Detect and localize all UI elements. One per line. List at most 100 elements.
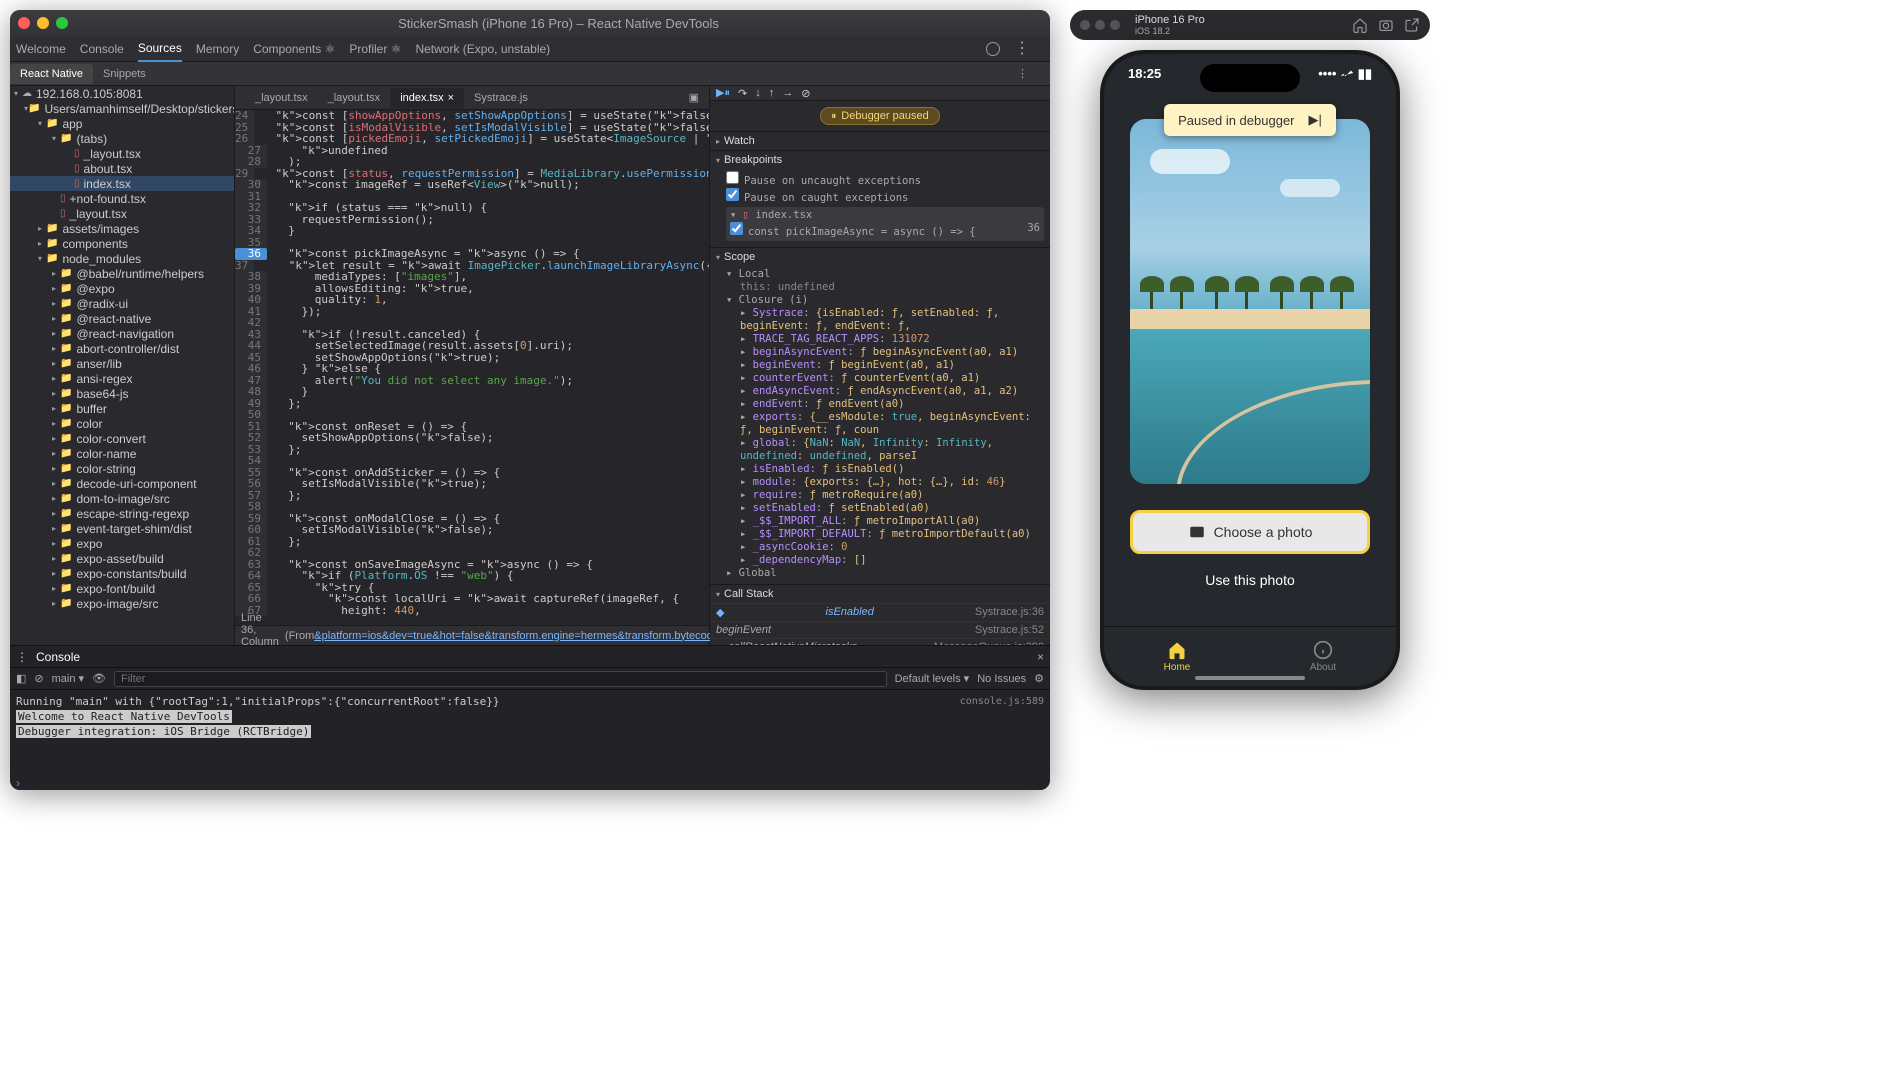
tab-network[interactable]: Network (Expo, unstable) (415, 42, 550, 56)
scope-prop[interactable]: ▸ beginAsyncEvent: ƒ beginAsyncEvent(a0,… (740, 346, 1044, 359)
file-navigator[interactable]: ▾☁192.168.0.105:8081 ▾📁Users/amanhimself… (10, 86, 235, 645)
nav-origin[interactable]: ▾☁192.168.0.105:8081 (10, 86, 234, 101)
breakpoint-item[interactable]: ▾ ▯ index.tsx const pickImageAsync = asy… (726, 207, 1044, 241)
console-prompt[interactable]: › (10, 776, 1050, 790)
step-out-icon[interactable]: ↑ (769, 87, 775, 99)
nav-folder[interactable]: ▸📁anser/lib (10, 356, 234, 371)
console-log[interactable]: Running "main" with {"rootTag":1,"initia… (10, 690, 1050, 776)
clear-console-icon[interactable]: ⊘ (34, 672, 43, 685)
scope-prop[interactable]: ▸ setEnabled: ƒ setEnabled(a0) (740, 502, 1044, 515)
more-icon[interactable]: ⋮ (1014, 41, 1030, 57)
close-window-icon[interactable] (18, 17, 30, 29)
nav-folder[interactable]: ▸📁abort-controller/dist (10, 341, 234, 356)
callstack-frame[interactable]: ◆ isEnabledSystrace.js:36 (710, 603, 1050, 621)
tab-console[interactable]: Console (80, 42, 124, 56)
nav-app[interactable]: ▾📁app (10, 116, 234, 131)
maximize-window-icon[interactable] (56, 17, 68, 29)
resume-icon[interactable]: ▶| (1309, 112, 1322, 128)
scope-prop[interactable]: ▸ TRACE_TAG_REACT_APPS: 131072 (740, 333, 1044, 346)
nav-folder[interactable]: ▸📁color-convert (10, 431, 234, 446)
tab-profiler[interactable]: Profiler ⚛ (349, 42, 401, 56)
nav-node-modules[interactable]: ▾📁node_modules (10, 251, 234, 266)
nav-folder[interactable]: ▸📁@babel/runtime/helpers (10, 266, 234, 281)
sim-traffic-lights[interactable] (1080, 20, 1120, 30)
nav-folder[interactable]: ▸📁expo-image/src (10, 596, 234, 611)
callstack-frame[interactable]: __callReactNativeMicrotasksMessageQueue.… (710, 638, 1050, 645)
nav-file-active[interactable]: ▯index.tsx (10, 176, 234, 191)
side-button[interactable] (1399, 184, 1400, 214)
console-message[interactable]: Welcome to React Native DevTools (16, 709, 1044, 724)
context-select[interactable]: main ▾ (52, 672, 84, 685)
nav-folder[interactable]: ▸📁expo (10, 536, 234, 551)
nav-folder[interactable]: ▸📁expo-asset/build (10, 551, 234, 566)
nav-folder[interactable]: ▸📁escape-string-regexp (10, 506, 234, 521)
console-message[interactable]: Running "main" with {"rootTag":1,"initia… (16, 694, 1044, 709)
editor-tab[interactable]: Systrace.js (464, 88, 538, 108)
drawer-menu-icon[interactable]: ⋮ (16, 650, 28, 664)
tab-components[interactable]: Components ⚛ (253, 42, 335, 56)
console-tab[interactable]: Console (36, 650, 80, 664)
nav-root[interactable]: ▾📁Users/amanhimself/Desktop/stickersmash (10, 101, 234, 116)
editor-tab-active[interactable]: index.tsx× (390, 88, 464, 108)
use-photo-button[interactable]: Use this photo (1205, 572, 1295, 588)
code-area[interactable]: 24 "k">const [showAppOptions, setShowApp… (235, 110, 709, 625)
external-icon[interactable] (1404, 17, 1420, 33)
subtab-react-native[interactable]: React Native (10, 64, 93, 84)
console-sidebar-icon[interactable]: ◧ (16, 672, 26, 685)
step-icon[interactable]: → (782, 87, 793, 99)
minimize-window-icon[interactable] (37, 17, 49, 29)
nav-folder[interactable]: ▸📁decode-uri-component (10, 476, 234, 491)
volume-down-button[interactable] (1399, 294, 1400, 349)
nav-folder[interactable]: ▸📁assets/images (10, 221, 234, 236)
toggle-navigator-icon[interactable]: ▣ (679, 87, 709, 108)
choose-photo-button[interactable]: Choose a photo (1130, 510, 1370, 554)
home-indicator[interactable] (1195, 676, 1305, 680)
nav-file[interactable]: ▯+not-found.tsx (10, 191, 234, 206)
scope-prop[interactable]: ▸ _dependencyMap: [] (740, 554, 1044, 567)
scope-prop[interactable]: ▸ global: {NaN: NaN, Infinity: Infinity,… (740, 437, 1044, 463)
scope-prop[interactable]: ▸ counterEvent: ƒ counterEvent(a0, a1) (740, 372, 1044, 385)
step-into-icon[interactable]: ↓ (755, 87, 761, 99)
nav-folder[interactable]: ▸📁@radix-ui (10, 296, 234, 311)
scope-prop[interactable]: ▸ require: ƒ metroRequire(a0) (740, 489, 1044, 502)
nav-folder[interactable]: ▸📁@react-navigation (10, 326, 234, 341)
step-over-icon[interactable]: ↷ (738, 87, 747, 100)
nav-folder[interactable]: ▸📁color-string (10, 461, 234, 476)
scope-prop[interactable]: ▸ _$$_IMPORT_ALL: ƒ metroImportAll(a0) (740, 515, 1044, 528)
section-watch[interactable]: Watch (710, 131, 1050, 150)
nav-folder[interactable]: ▸📁color (10, 416, 234, 431)
bp-enabled-checkbox[interactable] (730, 222, 743, 235)
home-icon[interactable] (1352, 17, 1368, 33)
close-drawer-icon[interactable]: × (1037, 650, 1044, 664)
subtab-more-icon[interactable]: ⋮ (1007, 63, 1038, 84)
console-filter-input[interactable] (114, 671, 887, 687)
scope-prop[interactable]: ▸ beginEvent: ƒ beginEvent(a0, a1) (740, 359, 1044, 372)
editor-tab[interactable]: _layout.tsx (318, 88, 391, 108)
scope-prop[interactable]: ▸ module: {exports: {…}, hot: {…}, id: 4… (740, 476, 1044, 489)
nav-folder[interactable]: ▸📁expo-constants/build (10, 566, 234, 581)
nav-folder[interactable]: ▸📁base64-js (10, 386, 234, 401)
tab-welcome[interactable]: Welcome (16, 42, 66, 56)
scope-prop[interactable]: ▸ endAsyncEvent: ƒ endAsyncEvent(a0, a1,… (740, 385, 1044, 398)
settings-icon[interactable] (986, 42, 1000, 56)
scope-prop[interactable]: ▸ isEnabled: ƒ isEnabled() (740, 463, 1044, 476)
nav-folder[interactable]: ▸📁ansi-regex (10, 371, 234, 386)
console-settings-icon[interactable]: ⚙ (1034, 672, 1044, 685)
scope-prop[interactable]: ▸ exports: {__esModule: true, beginAsync… (740, 411, 1044, 437)
scope-prop[interactable]: ▸ _asyncCookie: 0 (740, 541, 1044, 554)
screenshot-icon[interactable] (1378, 17, 1394, 33)
deactivate-bp-icon[interactable]: ⊘ (801, 87, 810, 100)
nav-folder[interactable]: ▸📁color-name (10, 446, 234, 461)
nav-folder[interactable]: ▸📁event-target-shim/dist (10, 521, 234, 536)
nav-folder[interactable]: ▸📁dom-to-image/src (10, 491, 234, 506)
nav-file[interactable]: ▯_layout.tsx (10, 146, 234, 161)
scope-prop[interactable]: ▸ _$$_IMPORT_DEFAULT: ƒ metroImportDefau… (740, 528, 1044, 541)
callstack-frame[interactable]: beginEventSystrace.js:52 (710, 621, 1050, 638)
scope-prop[interactable]: ▸ Systrace: {isEnabled: ƒ, setEnabled: ƒ… (740, 307, 1044, 333)
console-message[interactable]: Debugger integration: iOS Bridge (RCTBri… (16, 724, 1044, 739)
status-link[interactable]: &platform=ios&dev=true&hot=false&transfo… (314, 630, 713, 642)
pause-uncaught-checkbox[interactable] (726, 171, 739, 184)
nav-folder[interactable]: ▸📁@react-native (10, 311, 234, 326)
nav-folder[interactable]: ▸📁components (10, 236, 234, 251)
tab-sources[interactable]: Sources (138, 36, 182, 62)
